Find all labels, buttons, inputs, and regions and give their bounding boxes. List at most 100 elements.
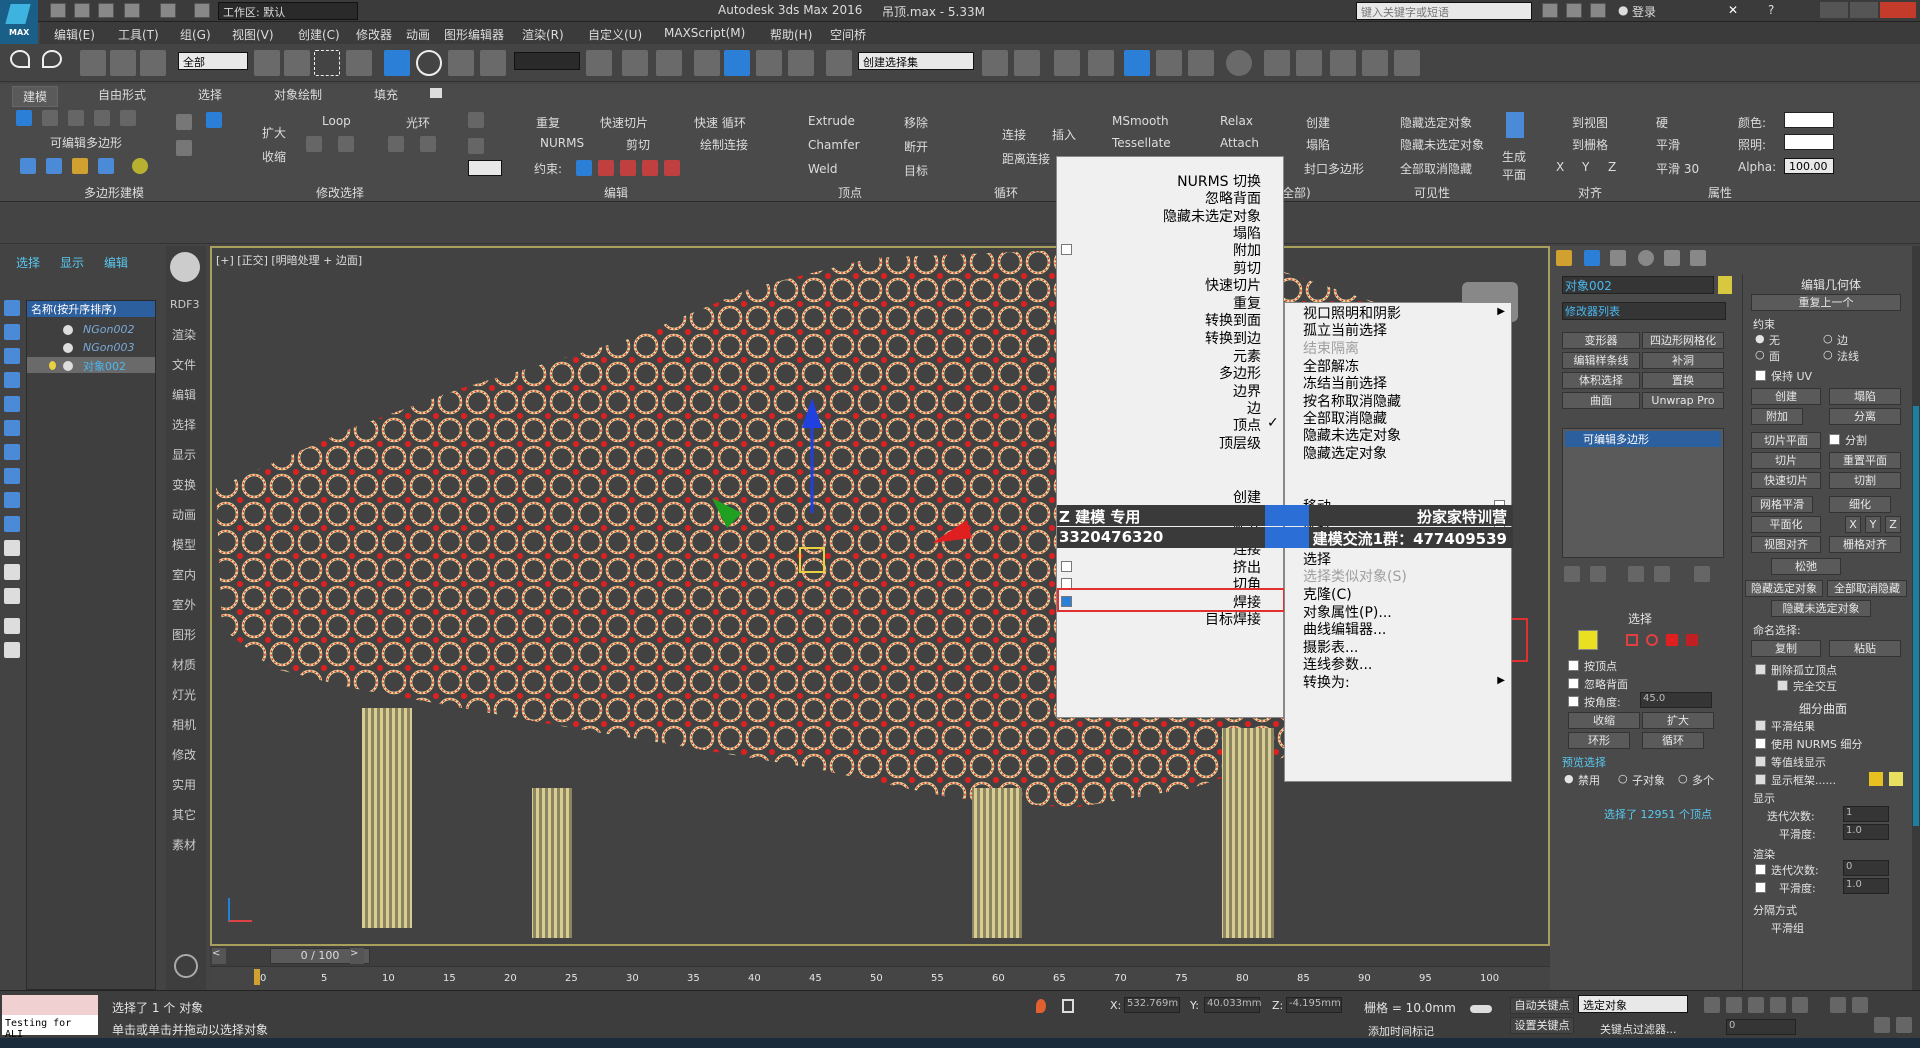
filter-icon[interactable] [4,618,20,634]
angle-input[interactable]: 45.0 [1640,692,1712,708]
keep-uv-checkbox[interactable] [1755,370,1766,381]
menu-item-view[interactable]: 视图(V) [232,26,274,43]
slice-plane-button[interactable]: 切片平面 [1751,432,1821,449]
new-icon[interactable] [50,3,66,18]
split-checkbox[interactable] [1829,434,1840,445]
smoothness-input[interactable]: 1.0 [1843,824,1889,840]
ribbon-toggle-icon[interactable] [1124,50,1150,76]
menu-item-animation[interactable]: 动画 [406,26,430,43]
shrink-loop-icon[interactable] [176,140,192,156]
add-time-tag[interactable]: 添加时间标记 [1368,1023,1434,1039]
edit-named-sets-icon[interactable] [826,50,852,76]
bind-space-warp-icon[interactable] [140,50,166,76]
menu-item[interactable]: 转换到面 [1205,310,1261,330]
modify-tab-icon[interactable] [1584,250,1600,266]
redo-icon[interactable] [42,50,62,68]
window-crossing-icon[interactable] [346,50,372,76]
configure-sets-icon[interactable] [1694,566,1710,582]
render-iter-checkbox[interactable] [1755,864,1766,875]
make-unique-icon[interactable] [1628,566,1644,582]
cap-poly-button[interactable]: 封口多边形 [1304,160,1364,177]
constraint-normal-radio[interactable]: ○ [1823,348,1833,361]
menu-item-edit[interactable]: 编辑(E) [54,26,95,43]
place-icon[interactable] [480,50,506,76]
show-end-result-icon[interactable] [1590,566,1606,582]
maximize-button[interactable] [1850,2,1878,18]
set-key-button[interactable]: 设置关键点 [1510,1017,1574,1034]
unlink-icon[interactable] [110,50,136,76]
tessellate-geom-button[interactable]: 细化 [1829,496,1891,513]
group-properties[interactable]: 属性 [1708,184,1732,201]
constraint-extra-icon[interactable] [664,160,680,176]
help-icon[interactable]: ? [1768,3,1774,17]
move-icon[interactable] [384,50,410,76]
menu-item-help[interactable]: 帮助(H) [770,26,812,43]
lock-icon[interactable] [1062,999,1074,1013]
object-name-input[interactable]: 对象002 [1562,276,1714,294]
tab-populate[interactable]: 填充 [374,86,398,103]
side-item[interactable]: 实用 [172,776,196,793]
ring-button[interactable]: 光环 [406,114,430,131]
cut-button[interactable]: 剪切 [626,136,650,153]
hide-unselected-geom-button[interactable]: 隐藏未选定对象 [1771,600,1871,617]
preview-subobj-radio[interactable]: ○ [1618,772,1628,785]
shrink-sel-button[interactable]: 收缩 [1568,712,1640,729]
pivot-icon[interactable] [586,50,612,76]
menu-item[interactable]: 忽略背面 [1205,188,1261,208]
align-x-button[interactable]: X [1556,160,1564,174]
menu-settings-icon[interactable] [1061,244,1072,255]
scene-tab-select[interactable]: 选择 [16,254,40,271]
paste-named-button[interactable]: 粘贴 [1829,640,1901,657]
undo-icon[interactable] [10,50,30,68]
full-interactive-checkbox[interactable] [1777,680,1788,691]
toggle-icon[interactable] [132,158,148,174]
filter-icon[interactable] [4,564,20,580]
align-y-button[interactable]: Y [1582,160,1589,174]
next-frame-button[interactable]: > [350,948,364,964]
display-tab-icon[interactable] [1664,250,1680,266]
color-swatch[interactable] [1784,112,1834,128]
loop-minus-icon[interactable] [338,136,354,152]
chamfer-button[interactable]: Chamfer [808,138,860,152]
angle-snap-icon[interactable] [724,50,750,76]
meshsmooth-button[interactable]: 网格平滑 [1751,496,1813,513]
preserve-uv-icon[interactable] [468,112,484,128]
create-button[interactable]: 创建 [1306,114,1330,131]
menu-item[interactable]: 曲线编辑器... [1303,619,1386,639]
quadify-button[interactable]: 四边形网格化 [1642,332,1724,349]
constraint-none-radio[interactable]: ● [1755,332,1765,345]
redo-icon[interactable] [160,3,176,18]
element-select-icon[interactable] [1686,634,1698,646]
polygon-select-icon[interactable] [1666,634,1678,646]
close-x-icon[interactable]: ✕ [1728,3,1738,17]
binoculars-icon[interactable] [1542,3,1558,18]
ignore-backface-checkbox[interactable] [1568,678,1579,689]
relax-geom-button[interactable]: 松弛 [1771,558,1841,575]
attach-geom-button[interactable]: 附加 [1751,408,1803,425]
render-setup-icon[interactable] [1264,50,1290,76]
utilities-tab-icon[interactable] [1690,250,1706,266]
key-icon[interactable] [1470,1005,1492,1013]
menu-item[interactable]: 转换为: [1303,672,1350,692]
key-filters[interactable]: 关键点过滤器... [1600,1021,1677,1037]
generate-plane-icon[interactable] [1506,112,1524,138]
pan-icon[interactable] [1874,1017,1890,1033]
menu-item[interactable]: 克隆(C) [1303,584,1352,604]
cage-color-swatch-2[interactable] [1889,772,1903,786]
to-view-button[interactable]: 到视图 [1572,114,1608,131]
constraint-normal-icon[interactable] [642,160,658,176]
alpha-input[interactable]: 100.00 [1784,158,1834,174]
constraint-edge-icon[interactable] [598,160,614,176]
object-color-swatch[interactable] [1718,276,1732,294]
menu-item[interactable]: 隐藏未选定对象 [1303,425,1401,445]
isoline-checkbox[interactable] [1755,756,1766,767]
repeat-button[interactable]: 重复 [536,114,560,131]
surface-button[interactable]: 曲面 [1562,392,1640,409]
tab-object-paint[interactable]: 对象绘制 [274,86,322,103]
rotate-icon[interactable] [416,50,442,76]
auto-key-button[interactable]: 自动关键点 [1510,997,1574,1014]
side-item[interactable]: 室内 [172,566,196,583]
render-dot-icon[interactable] [63,325,73,335]
material-editor-icon[interactable] [1226,50,1252,76]
menu-item[interactable]: 快速切片 [1205,275,1261,295]
